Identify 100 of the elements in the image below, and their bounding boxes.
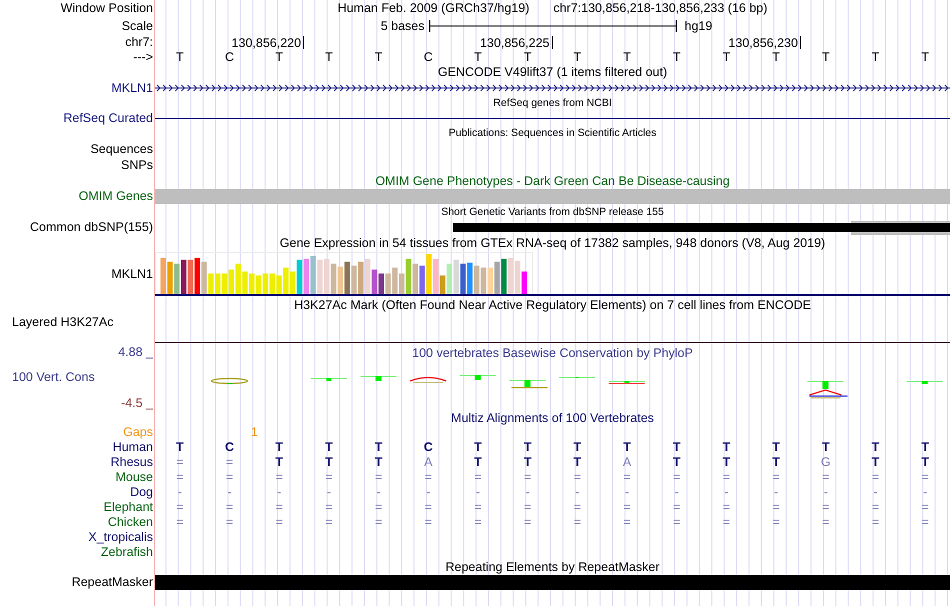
base-letter: T (722, 50, 732, 64)
alignment-base: - (922, 486, 928, 499)
track-title: Repeating Elements by RepeatMasker (445, 561, 660, 574)
base-letter: C (422, 50, 434, 64)
alignment-base: = (424, 471, 433, 484)
alignment-base: A (622, 456, 632, 469)
position-label: 130,856,220 (232, 36, 304, 49)
track-title: H3K27Ac Mark (Often Found Near Active Regulatory Elements) on 7 cell lines from ENCODE (294, 298, 811, 312)
base-letter: C (224, 50, 236, 64)
alignment-base: C (224, 441, 236, 454)
track-label: OMIM Genes (78, 190, 153, 203)
alignment-base: = (523, 471, 532, 484)
alignment-base: = (424, 501, 433, 514)
track-title: Short Genetic Variants from dbSNP release 155 (441, 206, 664, 218)
alignment-base: T (175, 441, 185, 454)
alignment-base: = (523, 516, 532, 529)
track-label: RefSeq Curated (63, 112, 153, 125)
position-text: chr7:130,856,218-130,856,233 (16 bp) (553, 2, 768, 15)
alignment-base: T (622, 441, 632, 454)
track-title: Publications: Sequences in Scientific Articles (448, 128, 656, 139)
alignment-base: = (572, 501, 582, 514)
track-label: Sequences (90, 142, 153, 156)
alignment-base: T (572, 441, 582, 454)
position-label: 130,856,230 (728, 36, 801, 49)
alignment-base: - (674, 486, 680, 499)
alignment-base: = (274, 516, 284, 529)
alignment-base: C (422, 441, 434, 454)
base-letter: T (473, 50, 483, 64)
species-label: X_tropicalis (88, 531, 153, 544)
alignment-base: = (224, 501, 234, 514)
species-label: Zebrafish (100, 546, 153, 559)
alignment-base: = (523, 501, 532, 514)
alignment-base: - (425, 486, 432, 499)
alignment-base: T (274, 441, 284, 454)
alignment-base: T (324, 456, 334, 469)
row-label: chr7: (125, 36, 153, 49)
alignment-base: = (920, 501, 930, 514)
position-label: 130,856,225 (480, 36, 552, 49)
base-letter: T (820, 50, 831, 64)
alignment-base: = (771, 516, 781, 529)
alignment-base: = (870, 516, 880, 529)
alignment-base: G (820, 456, 832, 469)
track-title: OMIM Gene Phenotypes - Dark Green Can Be Disease-causing (375, 174, 730, 188)
alignment-base: T (522, 441, 532, 454)
alignment-base: = (473, 501, 483, 514)
track-title: RefSeq genes from NCBI (493, 98, 612, 108)
alignment-base: = (473, 516, 483, 529)
species-label: Elephant (104, 501, 153, 514)
alignment-base: - (176, 486, 183, 499)
track-label: Gaps (123, 426, 153, 439)
track-title: 100 vertebrates Basewise Conservation by PhyloP (411, 345, 694, 360)
scale-text: 5 bases (380, 20, 426, 32)
alignment-base: = (374, 471, 384, 484)
alignment-base: = (374, 501, 384, 514)
gap-count: 1 (250, 426, 259, 439)
assembly-text: hg19 (684, 20, 714, 32)
base-letter: T (771, 50, 781, 64)
track-label: Layered H3K27Ac (12, 316, 114, 328)
assembly-title: Human Feb. 2009 (GRCh37/hg19) (338, 2, 530, 15)
alignment-base: - (723, 486, 730, 499)
alignment-base: - (574, 486, 580, 499)
alignment-base: = (920, 471, 930, 484)
alignment-base: T (522, 456, 532, 469)
track-label: RepeatMasker (72, 576, 153, 589)
alignment-base: T (820, 441, 831, 454)
track-title: GENCODE V49lift37 (1 items filtered out) (438, 66, 668, 79)
alignment-base: = (374, 516, 384, 529)
axis-max-label: 4.88 _ (117, 346, 153, 358)
alignment-base: = (821, 471, 830, 484)
base-letter: T (870, 50, 880, 64)
track-label: SNPs (121, 158, 153, 172)
track-label: MKLN1 (111, 268, 153, 280)
alignment-base: = (870, 471, 880, 484)
species-label: Chicken (108, 516, 153, 529)
alignment-base: = (771, 501, 781, 514)
alignment-base: A (423, 456, 434, 469)
alignment-base: = (175, 456, 184, 469)
alignment-base: = (324, 471, 334, 484)
base-letter: T (374, 50, 384, 64)
species-label: Mouse (115, 471, 153, 484)
alignment-base: T (473, 456, 483, 469)
alignment-base: = (622, 501, 632, 514)
alignment-base: = (572, 516, 582, 529)
alignment-base: = (821, 501, 830, 514)
alignment-base: - (524, 486, 531, 499)
alignment-base: = (672, 471, 682, 484)
track-title: Multiz Alignments of 100 Vertebrates (451, 412, 654, 424)
alignment-base: T (920, 456, 930, 469)
alignment-base: T (374, 441, 384, 454)
alignment-base: T (374, 456, 384, 469)
alignment-base: - (276, 486, 282, 499)
base-letter: T (522, 50, 532, 64)
alignment-base: = (722, 501, 732, 514)
alignment-base: T (672, 441, 682, 454)
base-letter: T (672, 50, 682, 64)
alignment-base: = (224, 471, 234, 484)
alignment-base: = (672, 501, 682, 514)
track-title: Gene Expression in 54 tissues from GTEx RNA-seq of 17382 samples, 948 donors (V8, Aug 2019) (280, 237, 826, 250)
alignment-base: - (376, 486, 382, 499)
alignment-base: T (870, 456, 880, 469)
